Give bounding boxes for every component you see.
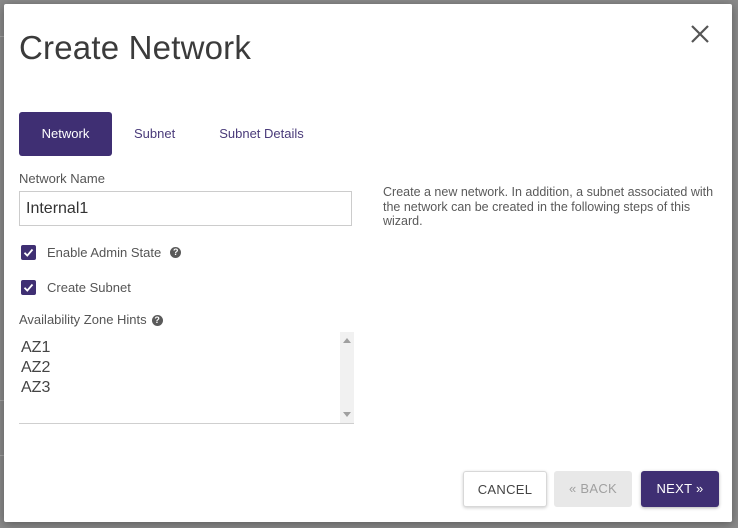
tab-subnet[interactable]: Subnet <box>112 112 197 156</box>
create-subnet-row: Create Subnet <box>21 278 131 296</box>
checkmark-icon <box>23 283 34 292</box>
help-icon[interactable]: ? <box>170 246 182 258</box>
az-hints-select[interactable]: AZ1 AZ2 AZ3 <box>19 332 354 424</box>
az-option[interactable]: AZ2 <box>21 359 50 377</box>
next-button[interactable]: NEXT » <box>641 471 719 507</box>
checkmark-icon <box>23 248 34 257</box>
enable-admin-state-checkbox[interactable] <box>21 244 36 260</box>
create-subnet-checkbox[interactable] <box>21 279 36 295</box>
create-network-dialog: Create Network Network Subnet Subnet Det… <box>4 4 732 522</box>
back-button[interactable]: « BACK <box>554 471 632 507</box>
enable-admin-state-label: Enable Admin State <box>47 244 162 260</box>
cancel-button[interactable]: CANCEL <box>463 471 547 507</box>
dialog-title: Create Network <box>19 29 252 66</box>
tab-subnet-details[interactable]: Subnet Details <box>197 112 326 156</box>
scrollbar[interactable] <box>340 332 354 423</box>
network-name-label: Network Name <box>19 171 105 186</box>
scroll-down-icon[interactable] <box>343 412 351 417</box>
enable-admin-state-row: Enable Admin State ? <box>21 243 182 261</box>
az-hints-label-row: Availability Zone Hints? <box>19 312 163 327</box>
az-option[interactable]: AZ1 <box>21 339 50 357</box>
wizard-tabs: Network Subnet Subnet Details <box>19 112 326 156</box>
close-button[interactable] <box>686 20 714 48</box>
az-hints-label: Availability Zone Hints <box>19 312 147 327</box>
scroll-up-icon[interactable] <box>343 338 351 343</box>
create-subnet-label: Create Subnet <box>47 279 131 295</box>
help-icon[interactable]: ? <box>151 315 163 327</box>
network-name-input[interactable] <box>19 191 352 226</box>
wizard-description: Create a new network. In addition, a sub… <box>383 185 714 228</box>
close-icon <box>691 25 709 43</box>
tab-network[interactable]: Network <box>19 112 112 156</box>
az-option[interactable]: AZ3 <box>21 379 50 397</box>
